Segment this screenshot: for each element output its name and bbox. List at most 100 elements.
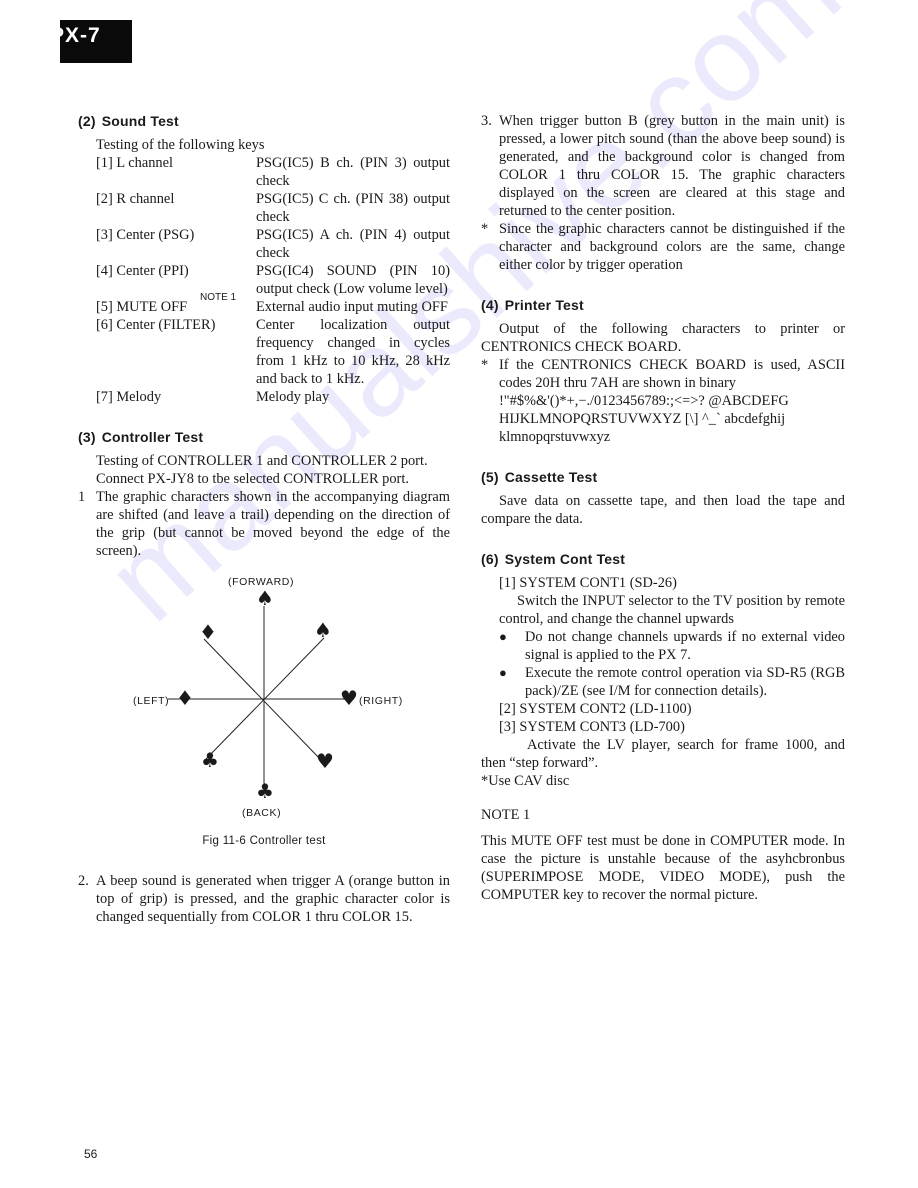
controller-test-para: Connect PX-JY8 to tbe selected CONTROLLE… <box>96 471 409 487</box>
numbered-item: 3. When trigger button B (grey button in… <box>481 112 845 220</box>
section-number: (2) <box>78 113 96 129</box>
bullet-icon: ● <box>499 629 507 644</box>
key-description: PSG(IC5) C ch. (PIN 38) output check <box>256 191 450 225</box>
key-name: [5] MUTE OFF NOTE 1 <box>96 292 256 316</box>
system-cont-item-title: [3] SYSTEM CONT3 (LD-700) <box>499 719 685 735</box>
spade-icon: ♠ <box>256 586 274 610</box>
section-title: Controller Test <box>101 429 204 445</box>
key-description: PSG(IC5) B ch. (PIN 3) output check <box>256 155 450 189</box>
item-marker: 1 <box>78 489 86 505</box>
key-description: Center localization output frequency cha… <box>256 317 450 387</box>
controller-test-heading: (3) Controller Test <box>78 428 450 446</box>
diamond-icon: ♦ <box>199 620 217 644</box>
ascii-line: HIJKLMNOPQRSTUVWXYZ [\] ^_` abcdefghij <box>499 411 786 427</box>
controller-diagram: (FORWARD) ♠ ♠ ♦ (LEFT) ♦ ♥ (RIGHT) ♣ ♥ ♣… <box>78 576 450 826</box>
sound-key-row: [2] R channel PSG(IC5) C ch. (PIN 38) ou… <box>96 190 450 226</box>
ascii-line: !"#$%&'()*+,−./0123456789:;<=>? @ABCDEFG <box>499 393 789 409</box>
item-text: If the CENTRONICS CHECK BOARD is used, A… <box>499 356 845 446</box>
spade-icon: ♠ <box>314 618 332 642</box>
cassette-test-section: (5) Cassette Test Save data on cassette t… <box>481 468 845 528</box>
section-number: (4) <box>481 297 499 313</box>
club-icon: ♣ <box>201 748 219 772</box>
sound-test-heading: (2) Sound Test <box>78 112 450 130</box>
asterisk-note: * Since the graphic characters cannot be… <box>481 220 845 274</box>
numbered-item: 1 The graphic characters shown in the ac… <box>78 488 450 560</box>
sound-key-row: [4] Center (PPI) PSG(IC4) SOUND (PIN 10)… <box>96 262 450 298</box>
key-description: External audio input muting OFF <box>256 299 448 315</box>
sound-test-intro: Testing of the following keys <box>96 137 265 153</box>
section-number: (6) <box>481 551 499 567</box>
model-header-tab: PX-7 <box>60 20 132 63</box>
bullet-item: ● Execute the remote control operation v… <box>481 664 845 700</box>
printer-note-text: If the CENTRONICS CHECK BOARD is used, A… <box>499 357 845 391</box>
section-title: Printer Test <box>504 297 584 313</box>
key-description: Melody play <box>256 389 330 405</box>
system-cont-para: Switch the INPUT selector to the TV posi… <box>499 593 845 627</box>
section-number: (5) <box>481 469 499 485</box>
note-1-section: NOTE 1 This MUTE OFF test must be done i… <box>481 806 845 904</box>
asterisk-note: * If the CENTRONICS CHECK BOARD is used,… <box>481 356 845 446</box>
section-title: Sound Test <box>101 113 179 129</box>
key-name: [3] Center (PSG) <box>96 227 195 243</box>
section-title: System Cont Test <box>504 551 626 567</box>
sound-key-row: [6] Center (FILTER) Center localization … <box>96 316 450 388</box>
label-right: (RIGHT) <box>359 695 403 707</box>
system-cont-test-section: (6) System Cont Test [1] SYSTEM CONT1 (SD… <box>481 550 845 790</box>
item-text: A beep sound is generated when trigger A… <box>96 873 450 925</box>
sound-key-list: [1] L channel PSG(IC5) B ch. (PIN 3) out… <box>96 154 450 406</box>
note-1-text: This MUTE OFF test must be done in COMPU… <box>481 833 845 903</box>
heart-icon: ♥ <box>340 686 358 710</box>
system-cont-test-heading: (6) System Cont Test <box>481 550 845 568</box>
item-marker: * <box>481 221 489 237</box>
key-description: PSG(IC5) A ch. (PIN 4) output check <box>256 227 450 261</box>
item-text: When trigger button B (grey button in th… <box>499 113 845 219</box>
printer-test-section: (4) Printer Test Output of the following … <box>481 296 845 446</box>
system-cont-item-title: [2] SYSTEM CONT2 (LD-1100) <box>499 701 692 717</box>
model-header-text: PX-7 <box>60 24 101 47</box>
controller-test-para: Testing of CONTROLLER 1 and CONTROLLER 2… <box>96 453 428 469</box>
item-text: Since the graphic characters cannot be d… <box>499 221 845 273</box>
figure-caption: Fig 11-6 Controller test <box>202 835 326 847</box>
page-number: 56 <box>84 1147 98 1161</box>
right-column: 3. When trigger button B (grey button in… <box>481 112 845 904</box>
heart-icon: ♥ <box>316 749 334 773</box>
bullet-icon: ● <box>499 665 507 680</box>
bullet-item: ● Do not change channels upwards if no e… <box>481 628 845 664</box>
printer-test-para: Output of the following characters to pr… <box>481 321 845 355</box>
bullet-text: Execute the remote control operation via… <box>525 665 845 699</box>
key-name-text: [5] MUTE OFF <box>96 299 188 315</box>
sound-key-row: [5] MUTE OFF NOTE 1 External audio input… <box>96 292 450 316</box>
key-name: [1] L channel <box>96 155 173 171</box>
section-number: (3) <box>78 429 96 445</box>
ascii-line: klmnopqrstuvwxyz <box>499 429 611 445</box>
label-left: (LEFT) <box>133 695 170 707</box>
note-reference: NOTE 1 <box>200 292 237 303</box>
key-description: PSG(IC4) SOUND (PIN 10) output check (Lo… <box>256 263 450 297</box>
item-marker: 3. <box>481 113 492 129</box>
system-cont-para: Activate the LV player, search for frame… <box>481 737 845 771</box>
diamond-icon: ♦ <box>176 686 194 710</box>
key-name: [2] R channel <box>96 191 175 207</box>
club-icon: ♣ <box>256 779 274 803</box>
note-1-title: NOTE 1 <box>481 807 531 823</box>
controller-test-section: (3) Controller Test Testing of CONTROLLER… <box>78 428 450 926</box>
cassette-test-para: Save data on cassette tape, and then loa… <box>481 493 845 527</box>
item-text: The graphic characters shown in the acco… <box>96 489 450 559</box>
item-marker: 2. <box>78 873 89 889</box>
cassette-test-heading: (5) Cassette Test <box>481 468 845 486</box>
sound-key-row: [3] Center (PSG) PSG(IC5) A ch. (PIN 4) … <box>96 226 450 262</box>
system-cont-item-title: [1] SYSTEM CONT1 (SD-26) <box>499 575 677 591</box>
system-cont-note: *Use CAV disc <box>481 773 570 789</box>
bullet-text: Do not change channels upwards if no ext… <box>525 629 845 663</box>
section-title: Cassette Test <box>504 469 598 485</box>
sound-test-section: (2) Sound Test Testing of the following k… <box>78 112 450 406</box>
numbered-item: 2. A beep sound is generated when trigge… <box>78 872 450 926</box>
key-name: [6] Center (FILTER) <box>96 317 216 333</box>
left-column: (2) Sound Test Testing of the following k… <box>78 112 450 926</box>
key-name: [7] Melody <box>96 389 162 405</box>
sound-key-row: [1] L channel PSG(IC5) B ch. (PIN 3) out… <box>96 154 450 190</box>
printer-test-heading: (4) Printer Test <box>481 296 845 314</box>
item-marker: * <box>481 357 489 373</box>
label-back: (BACK) <box>242 807 282 819</box>
sound-key-row: [7] Melody Melody play <box>96 388 450 406</box>
